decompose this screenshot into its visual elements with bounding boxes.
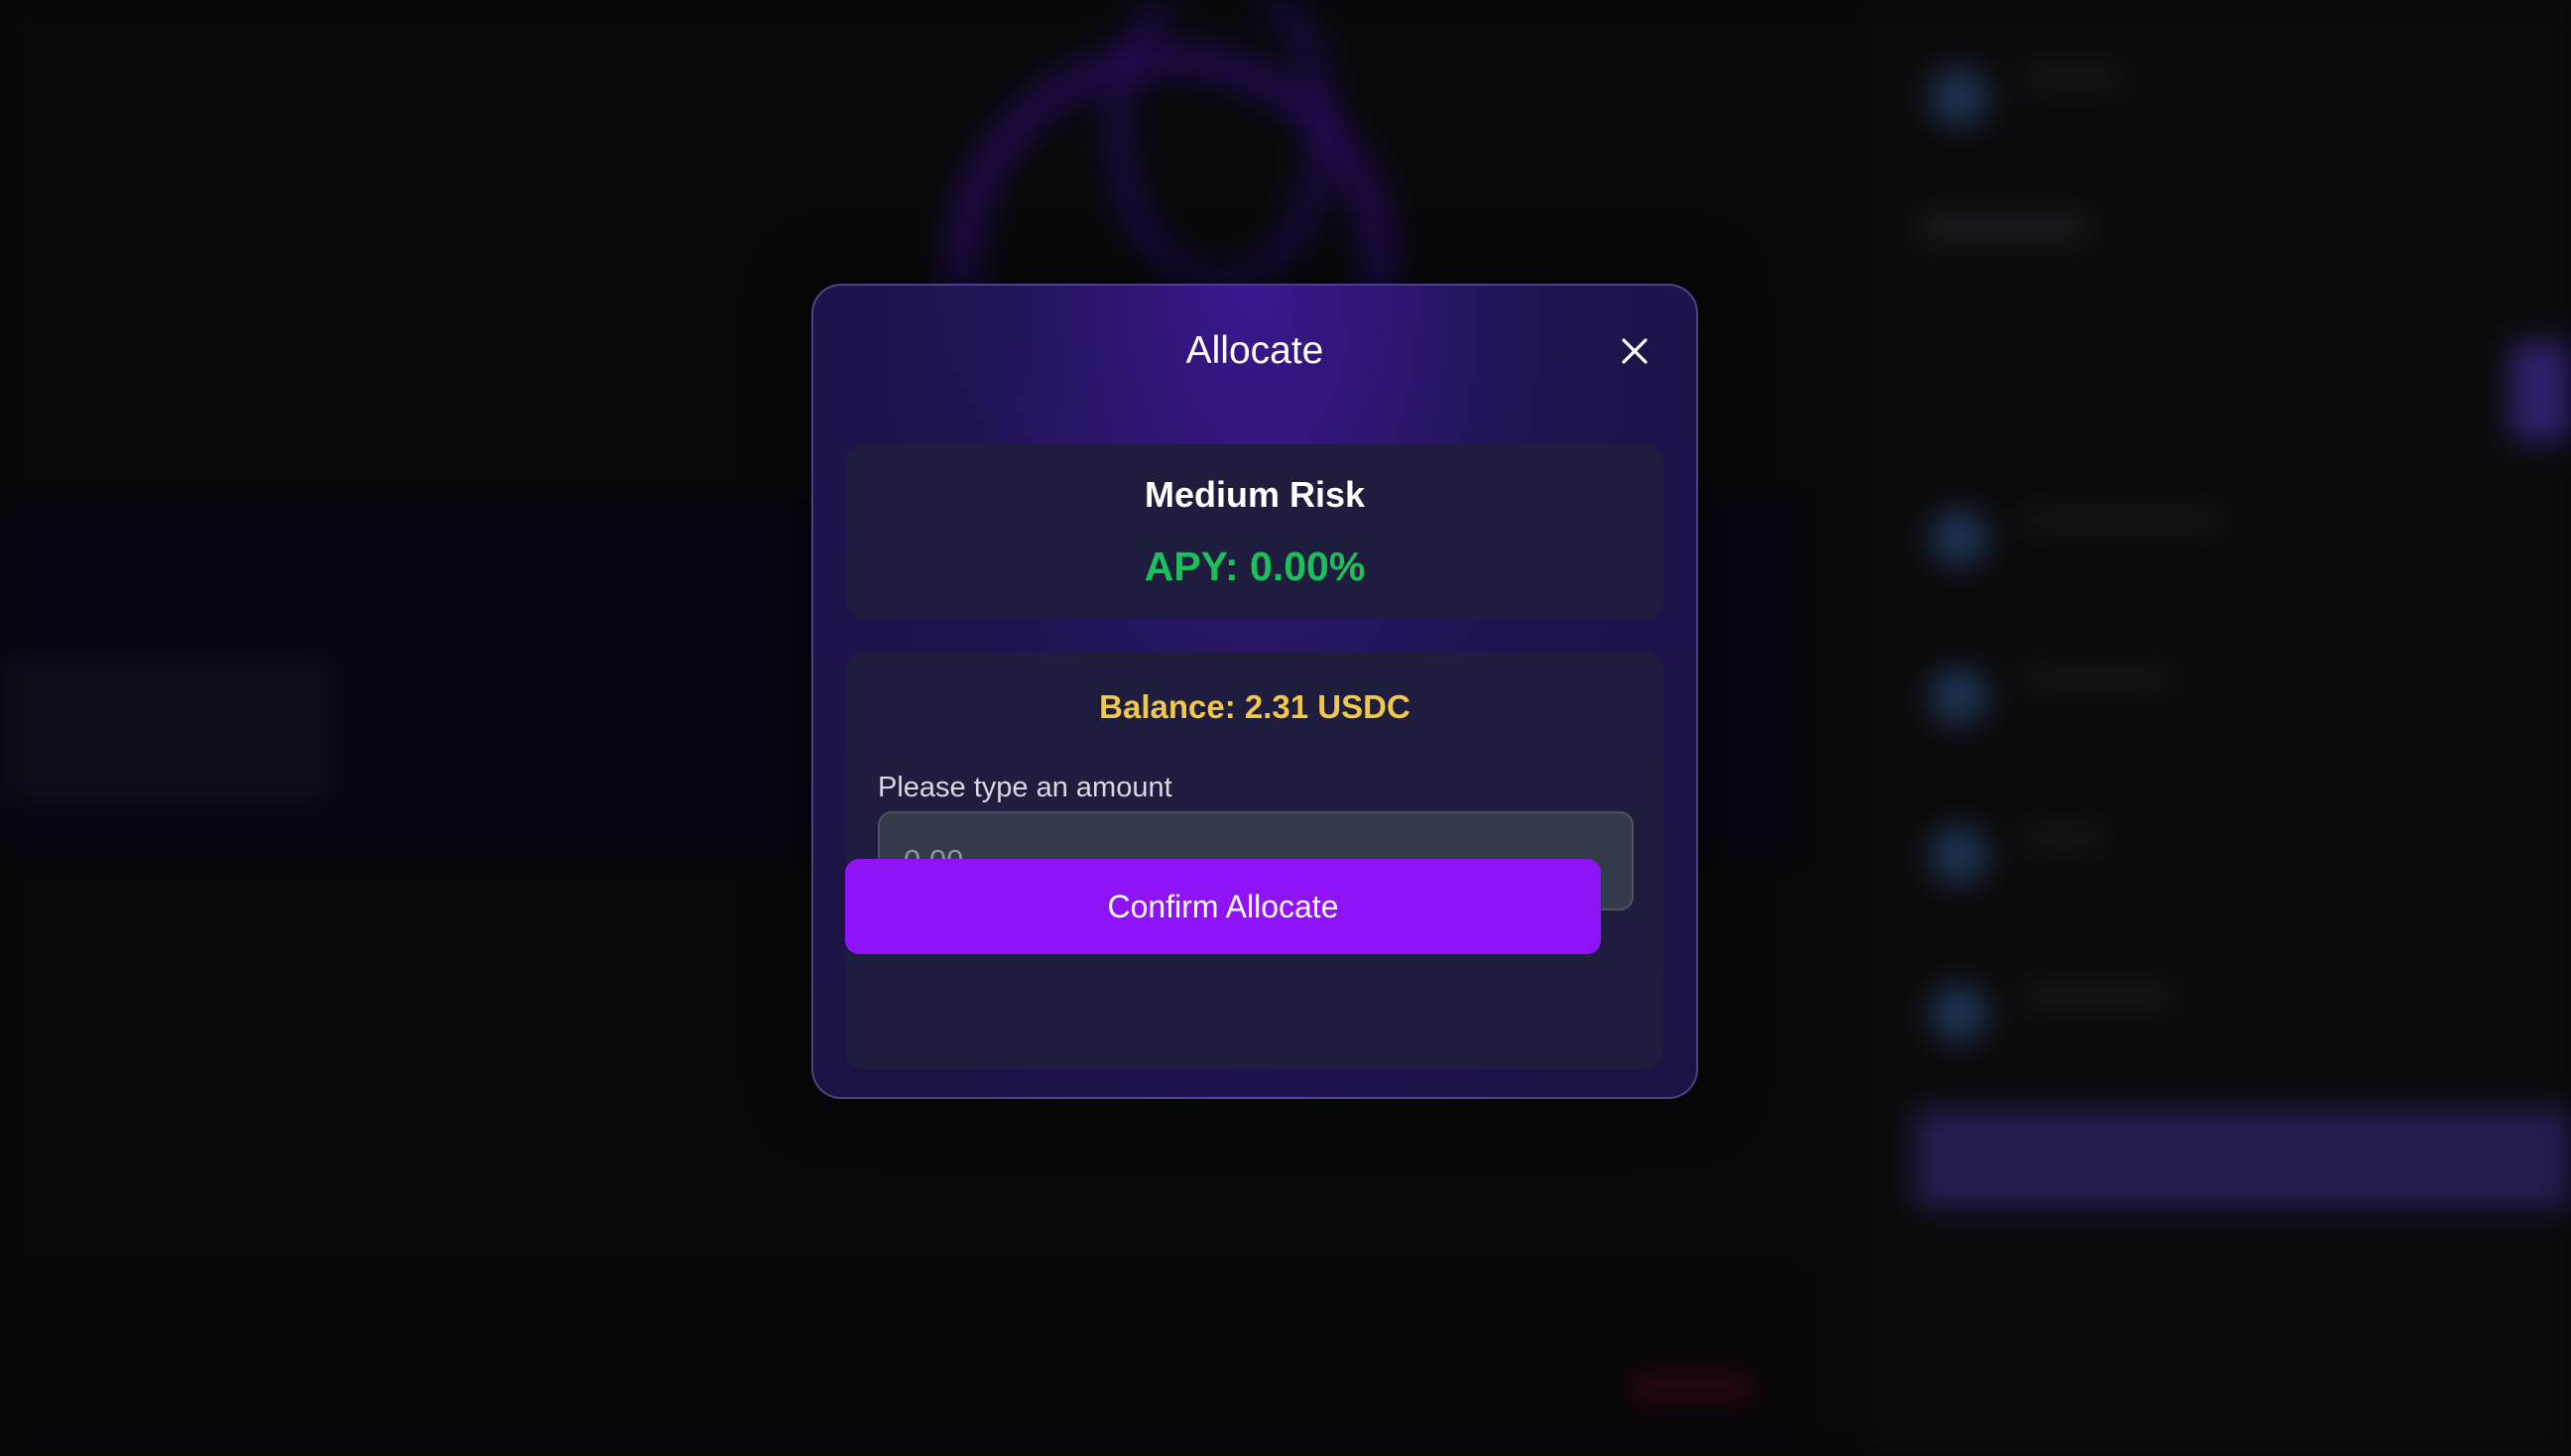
apy-value: APY: 0.00% [1144, 544, 1366, 589]
balance-text: Balance: 2.31 USDC [1099, 688, 1410, 725]
close-icon [1622, 338, 1648, 364]
allocate-modal: Allocate Medium Risk APY: 0.00% Balance:… [811, 284, 1698, 1099]
modal-title: Allocate [1185, 329, 1324, 372]
risk-level-label: Medium Risk [1144, 474, 1366, 515]
amount-label: Please type an amount [878, 772, 1172, 803]
close-button[interactable] [1615, 331, 1654, 371]
strategy-card: Medium Risk APY: 0.00% [846, 444, 1663, 619]
confirm-allocate-button[interactable]: Confirm Allocate [845, 859, 1601, 954]
